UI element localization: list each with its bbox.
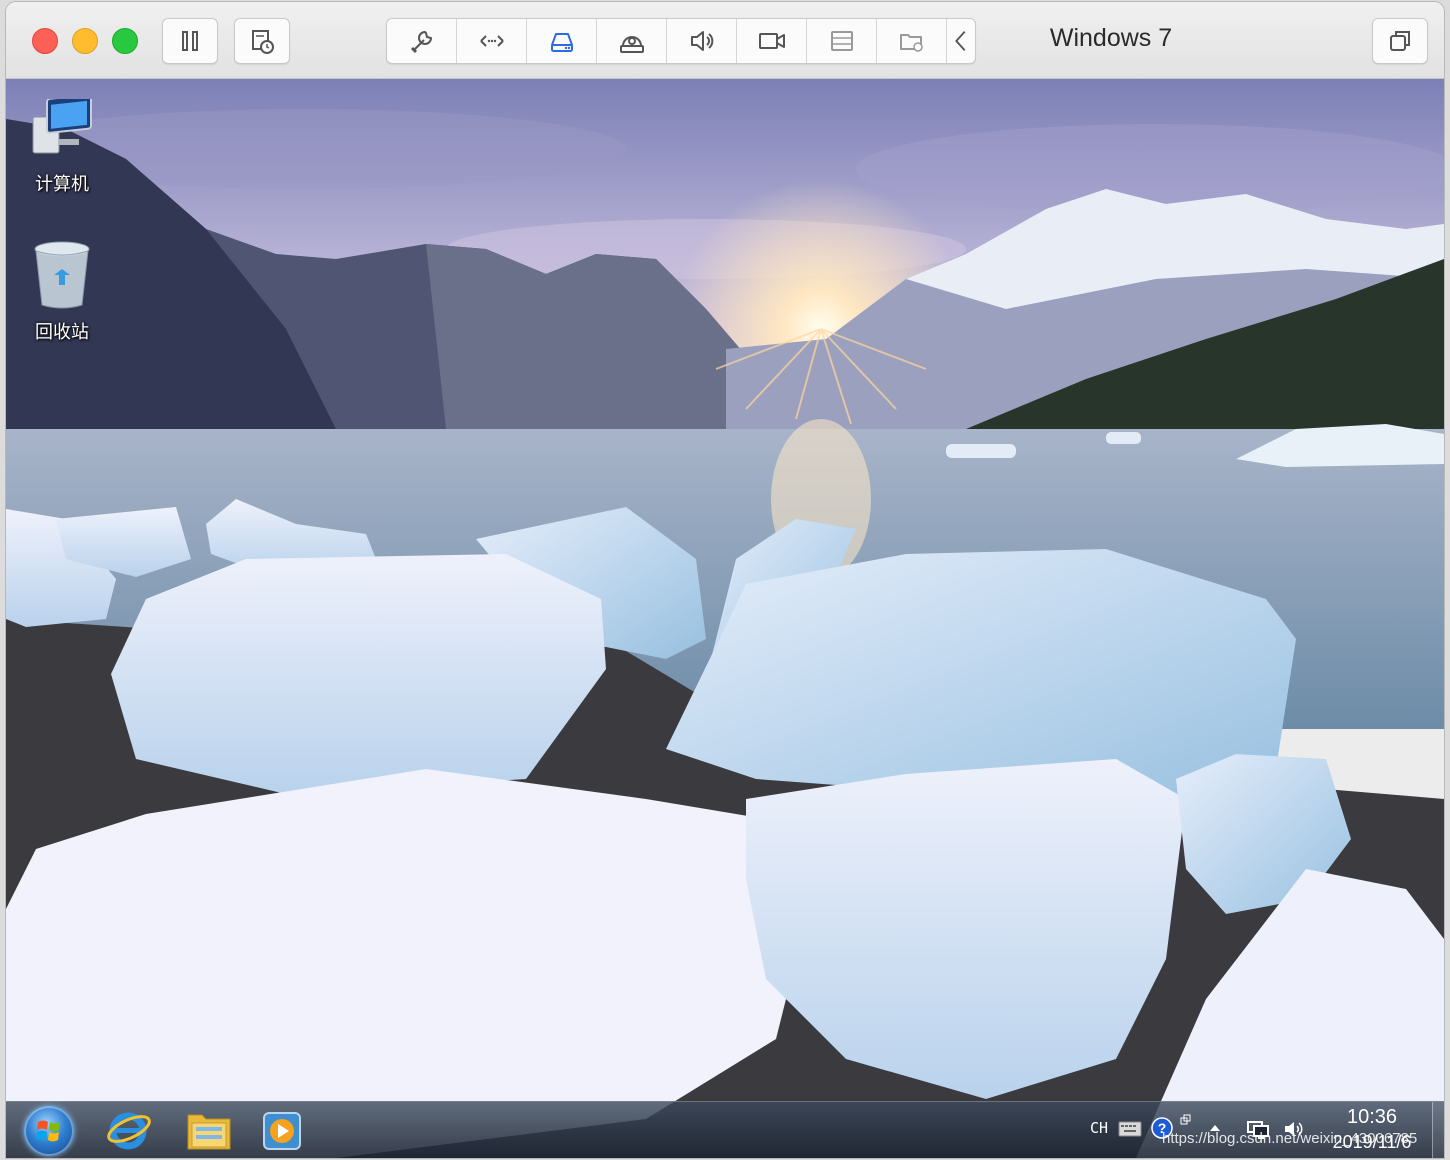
network-button[interactable] xyxy=(457,19,527,63)
clock-time[interactable]: 10:36 xyxy=(1322,1106,1422,1129)
snapshots-button[interactable] xyxy=(234,18,290,64)
wrench-icon xyxy=(410,31,432,54)
windows-logo-icon xyxy=(36,1120,60,1142)
recycle-bin-icon xyxy=(34,241,90,309)
vm-window: Windows 7 计算机 回收站 CH ? 10:36 2019/11/6 xyxy=(6,2,1444,1158)
speaker-icon xyxy=(690,31,713,51)
settings-button[interactable] xyxy=(387,19,457,63)
language-indicator[interactable]: CH xyxy=(1090,1119,1108,1137)
collapse-toolbar-button[interactable] xyxy=(947,19,975,63)
restore-icon[interactable] xyxy=(1180,1114,1192,1126)
media-player-icon xyxy=(263,1112,301,1150)
computer-icon xyxy=(32,93,92,154)
close-window-button[interactable] xyxy=(32,28,58,54)
zoom-window-button[interactable] xyxy=(112,28,138,54)
cd-drive-button[interactable] xyxy=(597,19,667,63)
keyboard-icon[interactable] xyxy=(1118,1118,1142,1140)
sound-button[interactable] xyxy=(667,19,737,63)
desktop-icon-label: 计算机 xyxy=(35,174,89,194)
camera-icon xyxy=(758,33,785,49)
window-title: Windows 7 xyxy=(1049,24,1173,52)
start-button[interactable] xyxy=(24,1106,74,1156)
hard-disk-icon xyxy=(550,33,573,52)
printer-icon xyxy=(830,31,853,51)
hard-disk-button[interactable] xyxy=(527,19,597,63)
device-toolbar xyxy=(386,18,976,64)
chevron-left-icon xyxy=(955,31,966,51)
wallpaper-image xyxy=(6,79,1444,1158)
ie-icon xyxy=(107,1112,151,1150)
desktop-icon-recycle-bin[interactable]: 回收站 xyxy=(12,239,112,344)
pause-button[interactable] xyxy=(162,18,218,64)
fullscreen-button[interactable] xyxy=(1372,18,1428,64)
guest-desktop: 计算机 回收站 CH ? 10:36 2019/11/6 xyxy=(6,79,1444,1158)
watermark-text: https://blog.csdn.net/weixin_43006785 xyxy=(1162,1130,1418,1147)
taskbar-app-internet-explorer[interactable] xyxy=(102,1105,154,1155)
title-bar: Windows 7 xyxy=(6,2,1444,79)
pause-icon xyxy=(182,31,198,51)
shared-folders-button[interactable] xyxy=(877,19,947,63)
desktop-icon-computer[interactable]: 计算机 xyxy=(12,93,112,196)
show-desktop-button[interactable] xyxy=(1432,1102,1444,1158)
snapshot-clock-icon xyxy=(252,30,274,54)
folder-icon xyxy=(187,1114,231,1150)
network-arrows-icon xyxy=(479,35,504,47)
taskbar-app-windows-explorer[interactable] xyxy=(184,1105,236,1155)
taskbar-app-media-player[interactable] xyxy=(256,1105,308,1155)
desktop-icon-label: 回收站 xyxy=(35,322,89,342)
window-switch-icon xyxy=(1390,31,1410,51)
printer-button[interactable] xyxy=(807,19,877,63)
minimize-window-button[interactable] xyxy=(72,28,98,54)
camera-button[interactable] xyxy=(737,19,807,63)
shared-folder-icon xyxy=(899,34,923,52)
cd-drive-icon xyxy=(619,36,644,53)
